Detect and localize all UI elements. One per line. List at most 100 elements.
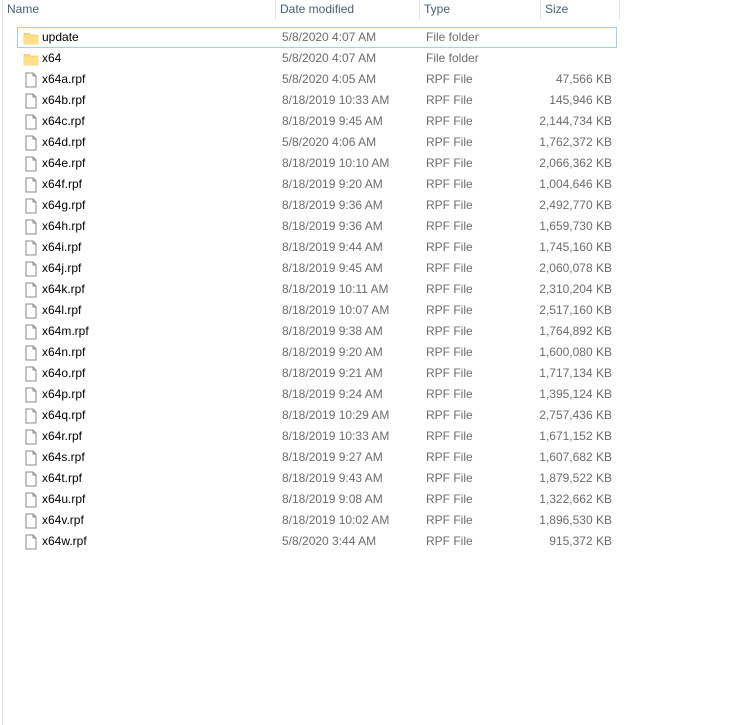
file-row[interactable]: x64o.rpf 8/18/2019 9:21 AM RPF File 1,71… [17,363,617,384]
file-size: 1,322,662 KB [539,492,612,506]
file-type: RPF File [426,198,473,212]
file-row[interactable]: x64p.rpf 8/18/2019 9:24 AM RPF File 1,39… [17,384,617,405]
file-type: RPF File [426,387,473,401]
file-type: RPF File [426,324,473,338]
file-row[interactable]: x64m.rpf 8/18/2019 9:38 AM RPF File 1,76… [17,321,617,342]
file-date-modified: 8/18/2019 9:45 AM [282,114,383,128]
file-name: x64i.rpf [42,240,82,254]
file-row[interactable]: update 5/8/2020 4:07 AM File folder [17,27,617,48]
file-name: x64b.rpf [42,93,86,107]
file-name: x64q.rpf [42,408,86,422]
file-name: x64d.rpf [42,135,86,149]
file-size: 1,879,522 KB [539,471,612,485]
file-size: 2,310,204 KB [539,282,612,296]
file-type: RPF File [426,450,473,464]
file-row[interactable]: x64u.rpf 8/18/2019 9:08 AM RPF File 1,32… [17,489,617,510]
file-type: RPF File [426,219,473,233]
file-date-modified: 5/8/2020 4:06 AM [282,135,377,149]
file-icon [23,240,39,256]
file-type: RPF File [426,492,473,506]
file-date-modified: 8/18/2019 9:36 AM [282,198,383,212]
file-date-modified: 5/8/2020 4:07 AM [282,51,377,65]
file-row[interactable]: x64a.rpf 5/8/2020 4:05 AM RPF File 47,56… [17,69,617,90]
file-type: RPF File [426,429,473,443]
file-list-pane: Name Date modified Type Size update 5/8/… [0,0,745,725]
file-type: RPF File [426,408,473,422]
file-type: RPF File [426,240,473,254]
file-icon [23,93,39,109]
file-icon [23,387,39,403]
file-row[interactable]: x64e.rpf 8/18/2019 10:10 AM RPF File 2,0… [17,153,617,174]
file-date-modified: 8/18/2019 9:36 AM [282,219,383,233]
file-type: RPF File [426,114,473,128]
file-size: 1,764,892 KB [539,324,612,338]
file-row[interactable]: x64d.rpf 5/8/2020 4:06 AM RPF File 1,762… [17,132,617,153]
column-header-size[interactable]: Size [541,0,620,20]
file-name: x64l.rpf [42,303,82,317]
file-date-modified: 8/18/2019 10:10 AM [282,156,390,170]
file-date-modified: 8/18/2019 10:07 AM [282,303,390,317]
file-icon [23,450,39,466]
file-row[interactable]: x64b.rpf 8/18/2019 10:33 AM RPF File 145… [17,90,617,111]
file-size: 1,745,160 KB [539,240,612,254]
file-type: RPF File [426,177,473,191]
file-type: RPF File [426,261,473,275]
file-name: x64k.rpf [42,282,85,296]
file-name: x64m.rpf [42,324,89,338]
file-icon [23,513,39,529]
file-type: RPF File [426,282,473,296]
file-row[interactable]: x64r.rpf 8/18/2019 10:33 AM RPF File 1,6… [17,426,617,447]
file-size: 1,004,646 KB [539,177,612,191]
file-type: RPF File [426,93,473,107]
file-icon [23,156,39,172]
file-date-modified: 8/18/2019 9:24 AM [282,387,383,401]
column-header-date-modified[interactable]: Date modified [276,0,420,20]
file-row[interactable]: x64n.rpf 8/18/2019 9:20 AM RPF File 1,60… [17,342,617,363]
file-name: x64t.rpf [42,471,83,485]
file-type: RPF File [426,366,473,380]
file-row[interactable]: x64v.rpf 8/18/2019 10:02 AM RPF File 1,8… [17,510,617,531]
file-size: 2,144,734 KB [539,114,612,128]
file-size: 2,492,770 KB [539,198,612,212]
file-row[interactable]: x64i.rpf 8/18/2019 9:44 AM RPF File 1,74… [17,237,617,258]
file-date-modified: 8/18/2019 10:11 AM [282,282,389,296]
file-type: RPF File [426,513,473,527]
file-icon [23,492,39,508]
file-row[interactable]: x64c.rpf 8/18/2019 9:45 AM RPF File 2,14… [17,111,617,132]
file-row[interactable]: x64w.rpf 5/8/2020 3:44 AM RPF File 915,3… [17,531,617,552]
file-icon [23,345,39,361]
file-icon [23,471,39,487]
file-date-modified: 5/8/2020 3:44 AM [282,534,377,548]
column-header-type[interactable]: Type [420,0,541,20]
file-row[interactable]: x64 5/8/2020 4:07 AM File folder [17,48,617,69]
pane-left-border [2,0,3,725]
file-row[interactable]: x64k.rpf 8/18/2019 10:11 AM RPF File 2,3… [17,279,617,300]
file-icon [23,261,39,277]
file-name: x64c.rpf [42,114,85,128]
file-date-modified: 8/18/2019 10:33 AM [282,93,390,107]
file-date-modified: 8/18/2019 9:38 AM [282,324,383,338]
file-size: 2,517,160 KB [539,303,612,317]
file-name: x64j.rpf [42,261,82,275]
file-icon [23,408,39,424]
file-row[interactable]: x64g.rpf 8/18/2019 9:36 AM RPF File 2,49… [17,195,617,216]
file-type: RPF File [426,135,473,149]
file-row[interactable]: x64q.rpf 8/18/2019 10:29 AM RPF File 2,7… [17,405,617,426]
file-name: update [42,30,79,44]
folder-icon [23,30,39,46]
file-row[interactable]: x64j.rpf 8/18/2019 9:45 AM RPF File 2,06… [17,258,617,279]
column-header-name[interactable]: Name [3,0,276,20]
file-row[interactable]: x64t.rpf 8/18/2019 9:43 AM RPF File 1,87… [17,468,617,489]
file-row[interactable]: x64h.rpf 8/18/2019 9:36 AM RPF File 1,65… [17,216,617,237]
file-type: RPF File [426,534,473,548]
file-name: x64r.rpf [42,429,83,443]
file-size: 915,372 KB [549,534,612,548]
file-icon [23,177,39,193]
file-row[interactable]: x64f.rpf 8/18/2019 9:20 AM RPF File 1,00… [17,174,617,195]
file-row[interactable]: x64s.rpf 8/18/2019 9:27 AM RPF File 1,60… [17,447,617,468]
file-name: x64o.rpf [42,366,86,380]
file-name: x64u.rpf [42,492,86,506]
file-date-modified: 8/18/2019 10:02 AM [282,513,390,527]
file-size: 2,066,362 KB [539,156,612,170]
file-row[interactable]: x64l.rpf 8/18/2019 10:07 AM RPF File 2,5… [17,300,617,321]
